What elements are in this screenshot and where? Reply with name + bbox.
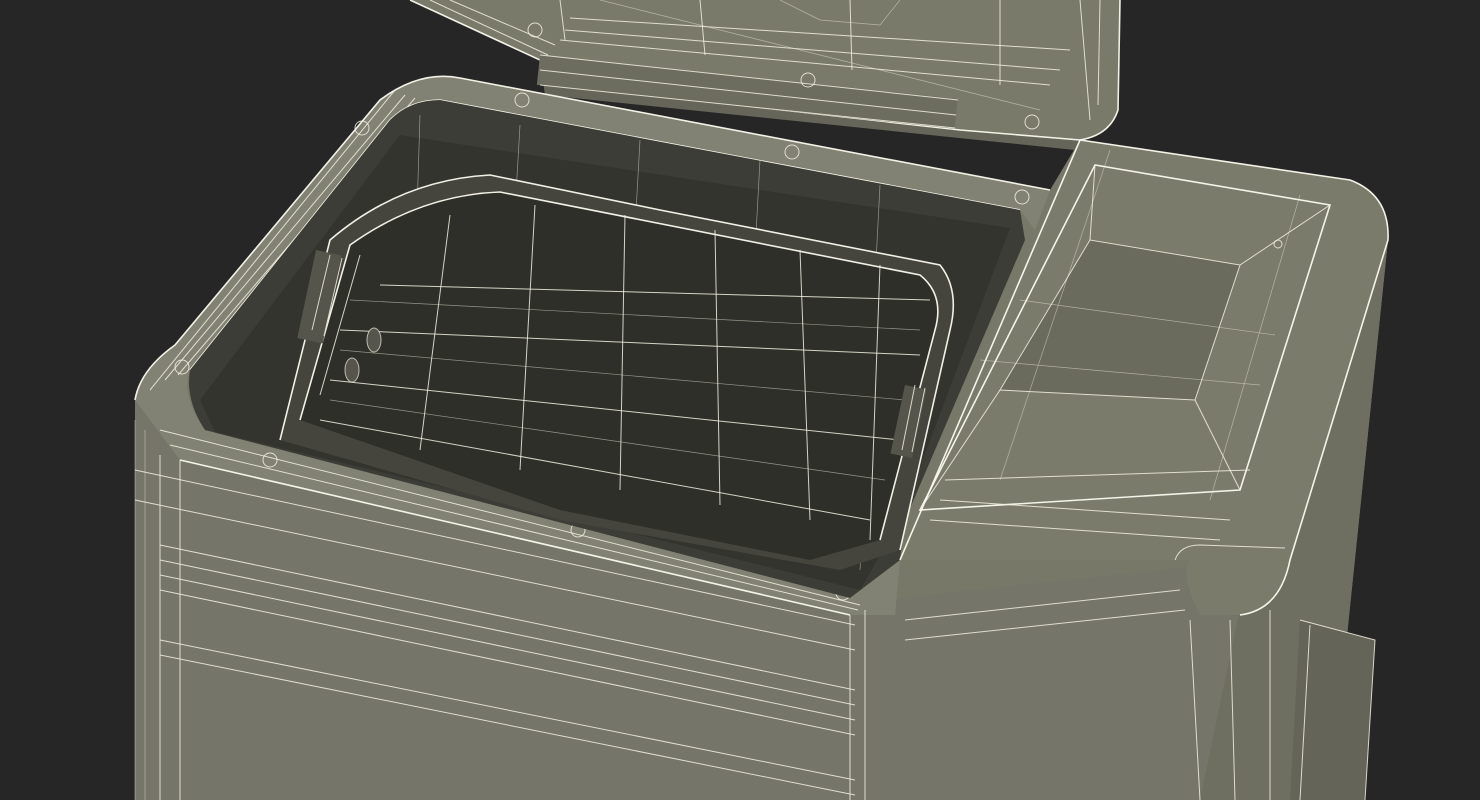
render-viewport: [0, 0, 1480, 800]
pan-rivet: [366, 327, 382, 353]
pan-rivet: [344, 357, 360, 383]
side-tab: [1290, 619, 1376, 800]
bread-maker-wireframe-render: [0, 0, 1480, 800]
